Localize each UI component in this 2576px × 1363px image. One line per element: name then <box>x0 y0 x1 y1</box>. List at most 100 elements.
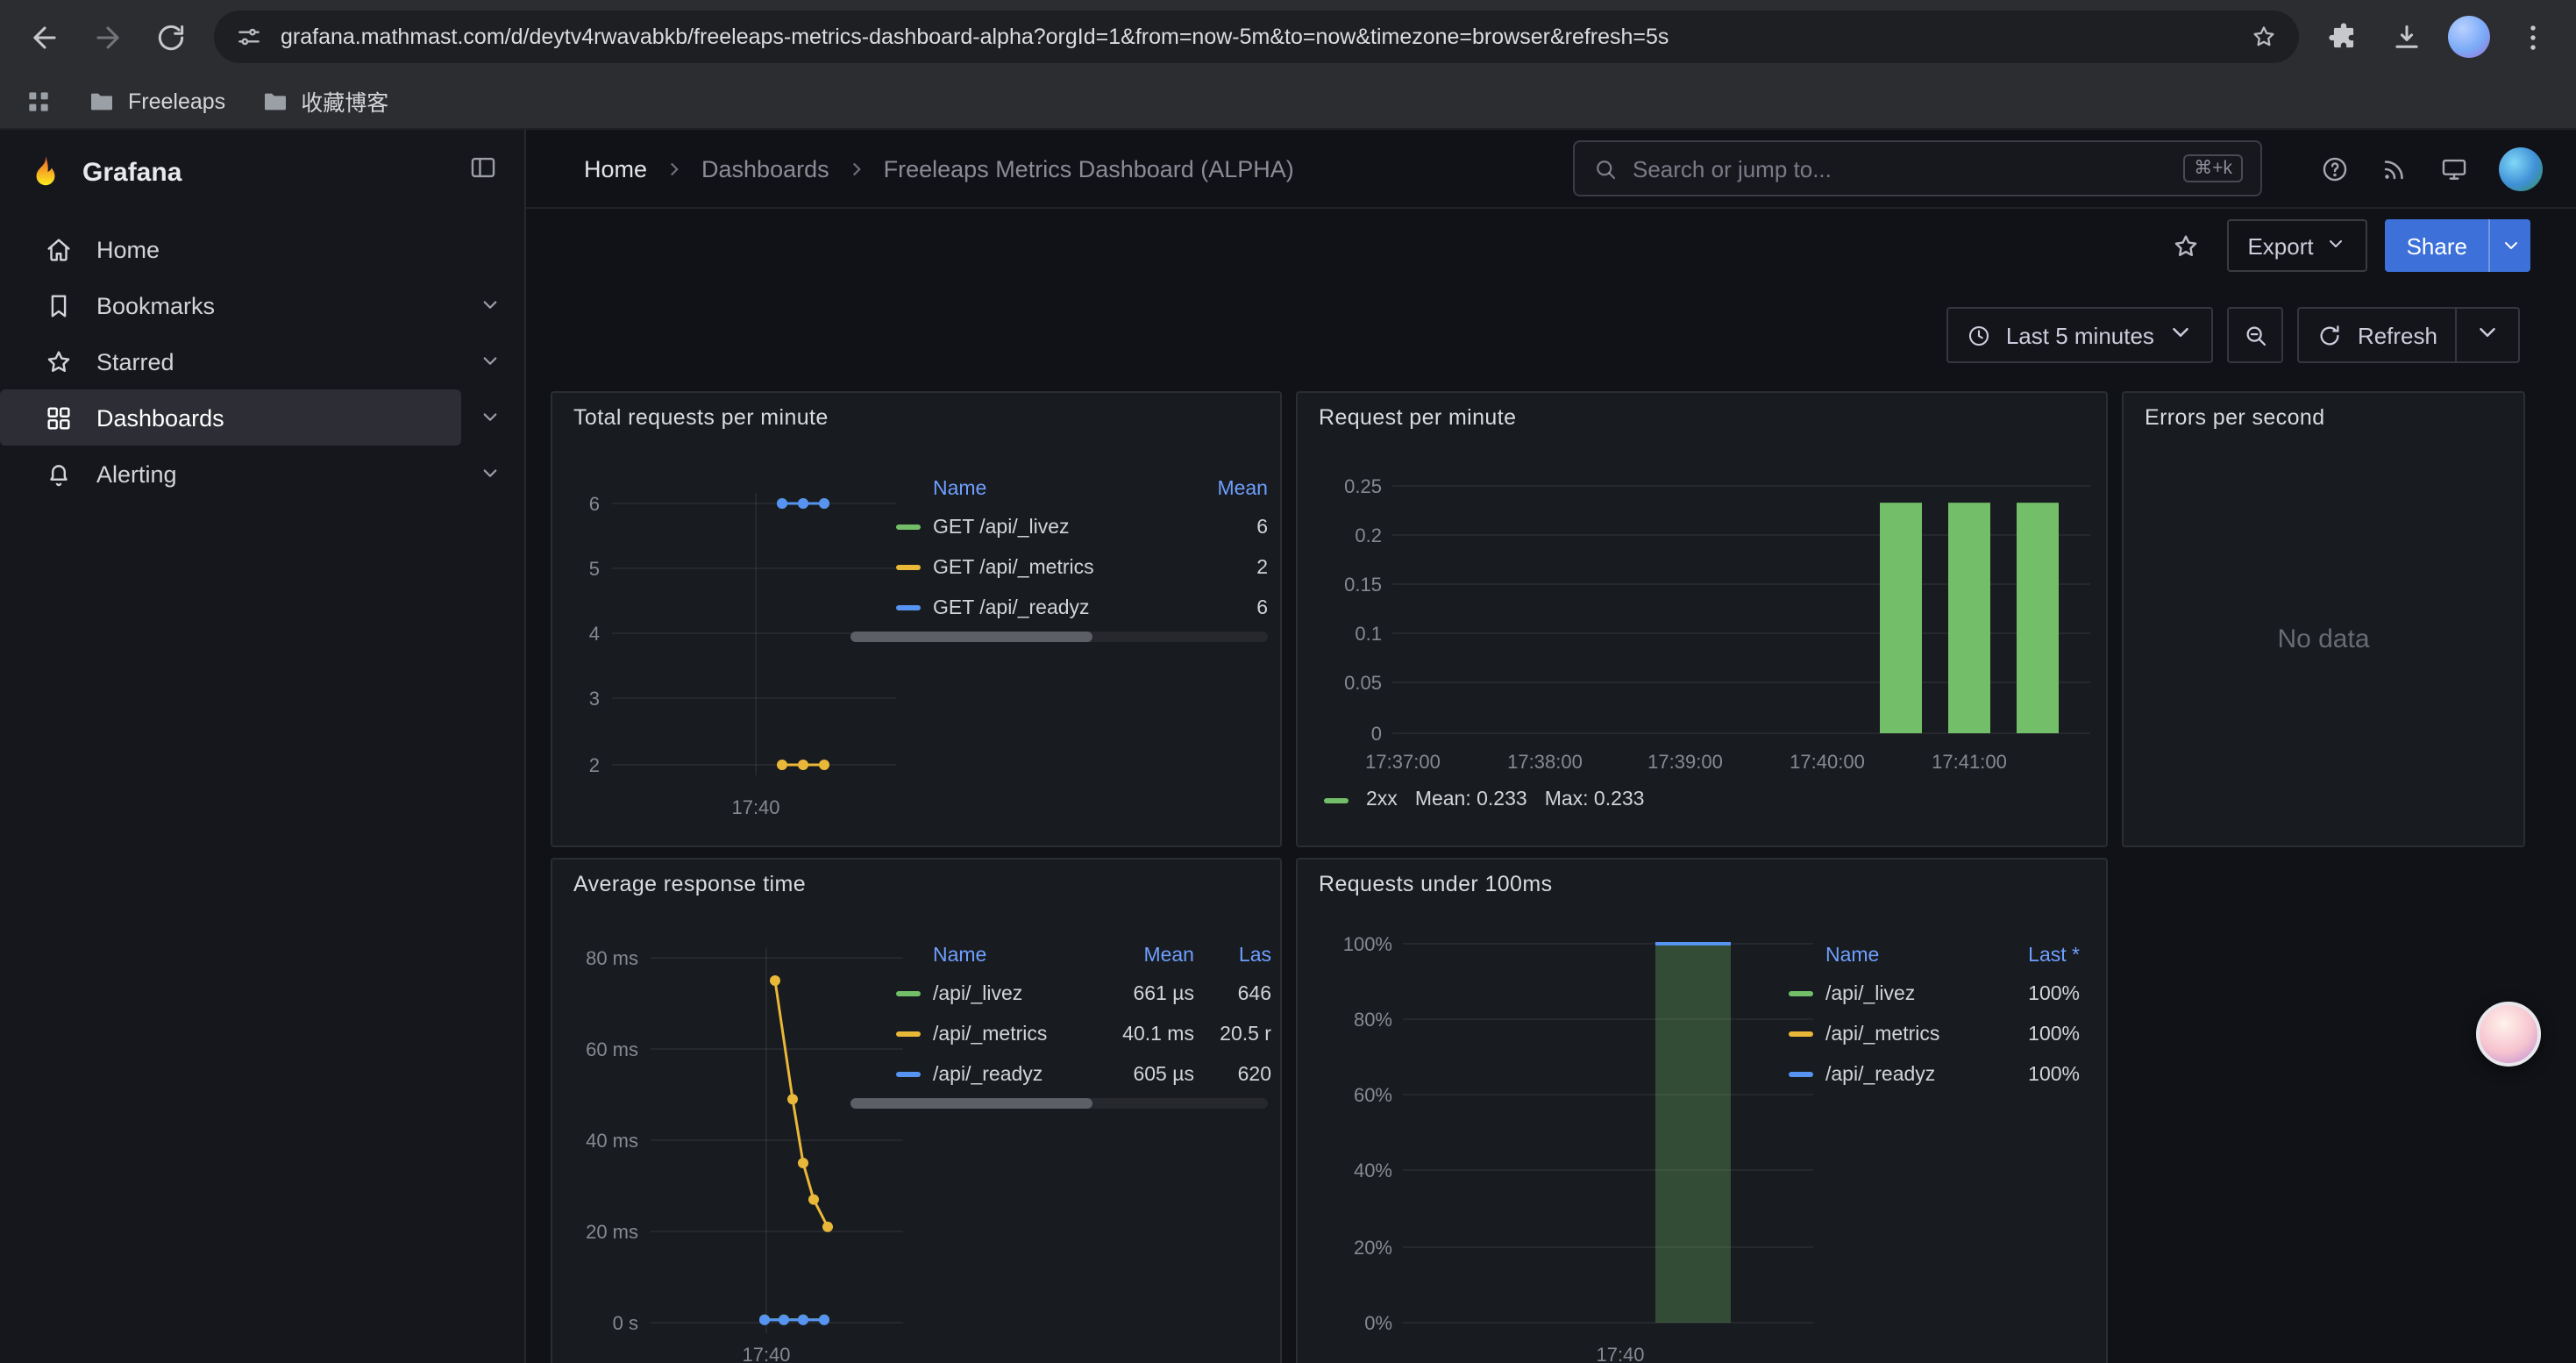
series-swatch <box>896 565 921 570</box>
panel-title[interactable]: Errors per second <box>2145 405 2325 430</box>
extensions-icon[interactable] <box>2313 7 2373 67</box>
legend-row[interactable]: 2xx Mean: 0.233 Max: 0.233 <box>1324 789 1645 810</box>
dashboards-icon <box>44 403 74 432</box>
panel-title[interactable]: Request per minute <box>1319 405 1516 430</box>
scrollbar-thumb[interactable] <box>850 632 1092 642</box>
downloads-icon[interactable] <box>2376 7 2436 67</box>
svg-text:0.05: 0.05 <box>1344 672 1382 694</box>
panel-errors-per-second[interactable]: Errors per second No data <box>2122 391 2525 847</box>
svg-text:0.25: 0.25 <box>1344 475 1382 497</box>
panel-title[interactable]: Total requests per minute <box>573 405 829 430</box>
user-avatar[interactable] <box>2499 146 2543 190</box>
sidebar-item-home[interactable]: Home <box>0 221 524 277</box>
legend-table: Name Last * /api/_livez 100% /api/_metri… <box>1789 937 2080 1095</box>
legend-row[interactable]: /api/_readyz 100% <box>1789 1054 2080 1095</box>
url-text[interactable]: grafana.mathmast.com/d/deytv4rwavabkb/fr… <box>281 25 2232 49</box>
favorite-star-icon[interactable] <box>2163 223 2209 268</box>
legend-row[interactable]: GET /api/_metrics 2 <box>896 547 1268 588</box>
svg-text:3: 3 <box>589 688 600 710</box>
series-swatch <box>1324 797 1348 803</box>
browser-menu-icon[interactable] <box>2502 7 2562 67</box>
legend-row[interactable]: /api/_metrics 40.1 ms 20.5 r <box>896 1014 1271 1054</box>
help-icon[interactable] <box>2320 153 2350 183</box>
no-data-message: No data <box>2124 624 2523 654</box>
legend-row[interactable]: /api/_livez 661 µs 646 <box>896 974 1271 1014</box>
apps-grid-icon[interactable] <box>25 87 53 115</box>
legend-col-last[interactable]: Las <box>1194 945 1271 966</box>
chevron-down-icon <box>2326 232 2347 259</box>
breadcrumb-home[interactable]: Home <box>584 155 647 182</box>
grafana-logo[interactable] <box>26 153 65 191</box>
series-swatch <box>1789 1072 1813 1077</box>
back-icon[interactable] <box>14 7 74 67</box>
legend-row[interactable]: GET /api/_livez 6 <box>896 507 1268 547</box>
legend-scrollbar[interactable] <box>850 1098 1268 1109</box>
chevron-down-icon[interactable] <box>477 403 503 439</box>
monitor-icon[interactable] <box>2439 153 2469 183</box>
browser-profile-avatar[interactable] <box>2439 7 2499 67</box>
address-bar[interactable]: grafana.mathmast.com/d/deytv4rwavabkb/fr… <box>214 11 2299 63</box>
reload-icon[interactable] <box>140 7 200 67</box>
export-button[interactable]: Export <box>2226 219 2367 272</box>
legend-row[interactable]: /api/_metrics 100% <box>1789 1014 2080 1054</box>
search-icon <box>1592 155 1619 182</box>
legend-col-last[interactable]: Last * <box>1999 945 2080 966</box>
svg-text:2: 2 <box>589 754 600 776</box>
share-menu-chevron-icon[interactable] <box>2488 219 2530 272</box>
site-settings-icon[interactable] <box>235 23 263 51</box>
bookmark-folder-blog[interactable]: 收藏博客 <box>260 84 388 118</box>
chevron-down-icon[interactable] <box>477 460 503 495</box>
dock-menu-icon[interactable] <box>468 153 498 191</box>
share-button[interactable]: Share <box>2386 219 2530 272</box>
svg-text:0.2: 0.2 <box>1355 525 1382 546</box>
legend-col-mean[interactable]: Mean <box>1096 945 1194 966</box>
legend-row[interactable]: /api/_readyz 605 µs 620 <box>896 1054 1271 1095</box>
forward-icon[interactable] <box>77 7 137 67</box>
chevron-down-icon[interactable] <box>477 347 503 382</box>
svg-text:0%: 0% <box>1364 1312 1392 1334</box>
sidebar-item-starred[interactable]: Starred <box>0 333 524 389</box>
scrollbar-thumb[interactable] <box>850 1098 1092 1109</box>
panel-title[interactable]: Average response time <box>573 872 806 896</box>
chevron-down-icon[interactable] <box>2474 319 2501 351</box>
bar-chart: 0.250.20.150.10.05017:37:0017:38:0017:39… <box>1301 446 2099 782</box>
svg-text:17:40: 17:40 <box>731 796 779 818</box>
time-range-picker[interactable]: Last 5 minutes <box>1946 307 2214 363</box>
search-input[interactable]: Search or jump to... ⌘+k <box>1573 140 2262 196</box>
legend-col-name[interactable]: Name <box>896 945 1096 966</box>
zoom-out-icon <box>2243 322 2269 348</box>
sidebar-item-dashboards[interactable]: Dashboards <box>0 389 524 446</box>
chevron-down-icon[interactable] <box>477 291 503 326</box>
legend-col-name[interactable]: Name <box>896 478 1198 499</box>
svg-text:60%: 60% <box>1354 1084 1392 1106</box>
legend-col-name[interactable]: Name <box>1789 945 1999 966</box>
sidebar-item-alerting[interactable]: Alerting <box>0 446 524 502</box>
series-swatch <box>1789 991 1813 996</box>
legend-row[interactable]: GET /api/_readyz 6 <box>896 588 1268 628</box>
legend-row[interactable]: /api/_livez 100% <box>1789 974 2080 1014</box>
sidebar-item-bookmarks[interactable]: Bookmarks <box>0 277 524 333</box>
series-swatch <box>1789 1031 1813 1037</box>
panel-request-per-minute[interactable]: Request per minute 0.250.20.150.10.05017… <box>1296 391 2108 847</box>
panel-title[interactable]: Requests under 100ms <box>1319 872 1553 896</box>
timeseries-chart: 80 ms60 ms40 ms20 ms0 s17:40 <box>559 912 914 1363</box>
legend-scrollbar[interactable] <box>850 632 1268 642</box>
chevron-right-icon <box>845 157 868 180</box>
home-icon <box>44 234 74 264</box>
bookmark-folder-freeleaps[interactable]: Freeleaps <box>88 87 225 115</box>
svg-text:17:40:00: 17:40:00 <box>1790 751 1865 773</box>
refresh-button[interactable]: Refresh <box>2298 307 2520 363</box>
legend-col-mean[interactable]: Mean <box>1198 478 1268 499</box>
panel-total-requests-per-minute[interactable]: Total requests per minute 6543217:40 Nam… <box>551 391 1282 847</box>
panel-requests-under-100ms[interactable]: Requests under 100ms 100%80%60%40%20%0%1… <box>1296 858 2108 1363</box>
bell-icon <box>44 459 74 489</box>
zoom-out-button[interactable] <box>2228 307 2284 363</box>
clock-icon <box>1966 322 1992 348</box>
news-rss-icon[interactable] <box>2380 153 2409 183</box>
assistant-avatar[interactable] <box>2476 1002 2541 1067</box>
bookmark-star-icon[interactable] <box>2250 23 2278 51</box>
legend-table: Name Mean Las /api/_livez 661 µs 646 /ap… <box>896 937 1271 1095</box>
panel-average-response-time[interactable]: Average response time 80 ms60 ms40 ms20 … <box>551 858 1282 1363</box>
svg-text:100%: 100% <box>1343 933 1392 955</box>
breadcrumb-dashboards[interactable]: Dashboards <box>701 155 829 182</box>
